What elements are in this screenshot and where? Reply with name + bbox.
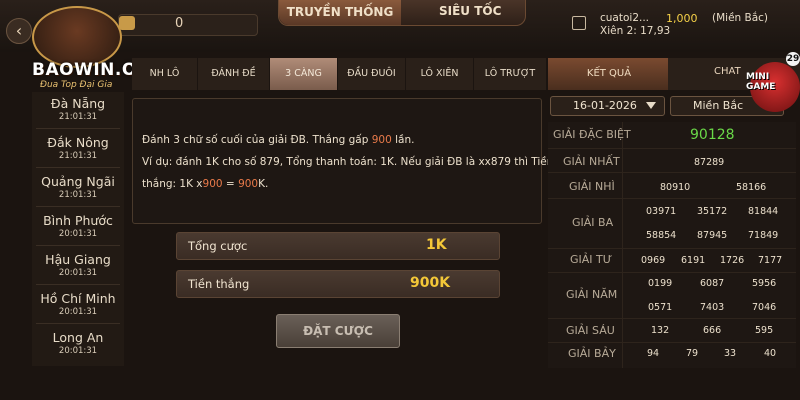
prize-number: 35172 xyxy=(697,206,728,217)
prize-number: 81844 xyxy=(748,206,779,217)
prize-number: 0571 xyxy=(648,302,673,313)
prize-number: 58854 xyxy=(646,230,677,241)
city-time: 21:01:31 xyxy=(58,112,98,122)
city-name: Đắk Nông xyxy=(47,135,109,150)
prize-number: 132 xyxy=(651,325,670,336)
tab-lo-truot[interactable]: LÔ TRƯỢT xyxy=(474,58,546,90)
prize-number: 0199 xyxy=(648,278,673,289)
prize-number: 87289 xyxy=(694,157,725,168)
tab-danh-de[interactable]: ĐÁNH ĐỀ xyxy=(198,58,270,90)
prize-number: 94 xyxy=(647,348,660,359)
winnings-value: 900K xyxy=(410,275,451,291)
user-region: (Miền Bắc) xyxy=(712,12,769,24)
city-item[interactable]: Quảng Ngãi 21:01:31 xyxy=(32,174,124,200)
brand-tagline: Đua Top Đại Gia xyxy=(40,80,113,90)
user-name: cuatoi2... xyxy=(600,12,650,24)
prize-number: 58166 xyxy=(736,182,767,193)
tab-super-fast[interactable]: SIÊU TỐC xyxy=(439,4,501,18)
prize-number: 7046 xyxy=(752,302,777,313)
rules-line-3: thắng: 1K x900 = 900K. xyxy=(142,178,269,190)
prize-number: 5956 xyxy=(752,278,777,289)
rules-line-2: Ví dụ: đánh 1K cho số 879, Tổng thanh to… xyxy=(142,156,554,168)
prize-label-first: GIẢI NHẤT xyxy=(563,155,620,168)
city-time: 20:01:31 xyxy=(58,268,98,278)
prize-label-special: GIẢI ĐẶC BIỆT xyxy=(553,128,631,141)
mode-tabs: TRUYỀN THỐNG SIÊU TỐC xyxy=(278,0,526,26)
prize-label-third: GIẢI BA xyxy=(572,216,614,229)
city-name: Hồ Chí Minh xyxy=(40,291,116,306)
prize-number: 87945 xyxy=(697,230,728,241)
balance-box xyxy=(118,14,258,36)
prize-number: 0969 xyxy=(641,255,666,266)
prize-number: 40 xyxy=(764,348,777,359)
rules-line-1: Đánh 3 chữ số cuối của giải ĐB. Thắng gấ… xyxy=(142,134,415,146)
mini-game-label: MINI GAME xyxy=(746,72,776,92)
total-bet-value: 1K xyxy=(426,237,447,253)
winnings-label: Tiền thắng xyxy=(188,277,250,291)
prize-label-fourth: GIẢI TƯ xyxy=(570,253,613,266)
total-bet-label: Tổng cược xyxy=(188,239,248,253)
prize-number: 1726 xyxy=(720,255,745,266)
tab-lo[interactable]: NH LÔ xyxy=(132,58,198,90)
city-time: 20:01:31 xyxy=(58,229,98,239)
user-bet: Xiên 2: 17,93 xyxy=(600,25,671,37)
coin-icon xyxy=(119,16,135,30)
place-bet-button[interactable]: ĐẶT CƯỢC xyxy=(276,314,400,348)
city-item[interactable]: Hồ Chí Minh 20:01:31 xyxy=(32,291,124,317)
chevron-down-icon xyxy=(646,102,656,109)
city-item[interactable]: Đắk Nông 21:01:31 xyxy=(32,135,124,161)
city-time: 21:01:31 xyxy=(58,151,98,161)
user-amount: 1,000 xyxy=(666,12,698,25)
ticket-icon xyxy=(572,16,586,30)
city-time: 21:01:31 xyxy=(58,190,98,200)
prize-number: 03971 xyxy=(646,206,677,217)
balance-value: 0 xyxy=(175,16,184,31)
tab-lo-xien[interactable]: LÔ XIÊN xyxy=(406,58,474,90)
city-name: Quảng Ngãi xyxy=(41,174,115,189)
prize-number: 595 xyxy=(755,325,774,336)
city-item[interactable]: Hậu Giang 20:01:31 xyxy=(32,252,124,278)
back-button[interactable]: ‹ xyxy=(6,18,32,44)
tab-chat[interactable]: CHAT xyxy=(714,66,741,77)
city-name: Bình Phước xyxy=(43,213,113,228)
city-list: Đà Nẵng 21:01:31 Đắk Nông 21:01:31 Quảng N… xyxy=(32,92,124,366)
city-time: 20:01:31 xyxy=(58,307,98,317)
tab-results[interactable]: KẾT QUẢ xyxy=(548,58,670,90)
city-name: Long An xyxy=(52,330,104,345)
prize-number: 6191 xyxy=(681,255,706,266)
prize-label-seventh: GIẢI BẢY xyxy=(568,347,616,360)
city-time: 20:01:31 xyxy=(58,346,98,356)
city-item[interactable]: Đà Nẵng 21:01:31 xyxy=(32,96,124,122)
mini-game-badge: 29 xyxy=(786,52,800,66)
city-item[interactable]: Bình Phước 20:01:31 xyxy=(32,213,124,239)
city-item[interactable]: Long An 20:01:31 xyxy=(32,330,124,356)
prize-number: 79 xyxy=(686,348,699,359)
prize-number: 6087 xyxy=(700,278,725,289)
prize-number: 666 xyxy=(703,325,722,336)
prize-label-second: GIẢI NHÌ xyxy=(569,180,615,193)
city-name: Đà Nẵng xyxy=(50,96,106,111)
prize-number: 90128 xyxy=(690,127,735,143)
prize-number: 71849 xyxy=(748,230,779,241)
tab-dau-duoi[interactable]: ĐẦU ĐUÔI xyxy=(338,58,406,90)
tab-3-cang[interactable]: 3 CÀNG xyxy=(270,58,338,90)
tab-traditional[interactable]: TRUYỀN THỐNG xyxy=(279,0,401,25)
prize-number: 80910 xyxy=(660,182,691,193)
prize-label-sixth: GIẢI SÁU xyxy=(566,324,615,337)
prize-number: 33 xyxy=(724,348,737,359)
prize-label-fifth: GIẢI NĂM xyxy=(566,288,618,301)
prize-number: 7177 xyxy=(758,255,783,266)
prize-number: 7403 xyxy=(700,302,725,313)
back-arrow-icon: ‹ xyxy=(15,21,23,40)
brand-logo xyxy=(32,6,122,68)
city-name: Hậu Giang xyxy=(45,252,111,267)
